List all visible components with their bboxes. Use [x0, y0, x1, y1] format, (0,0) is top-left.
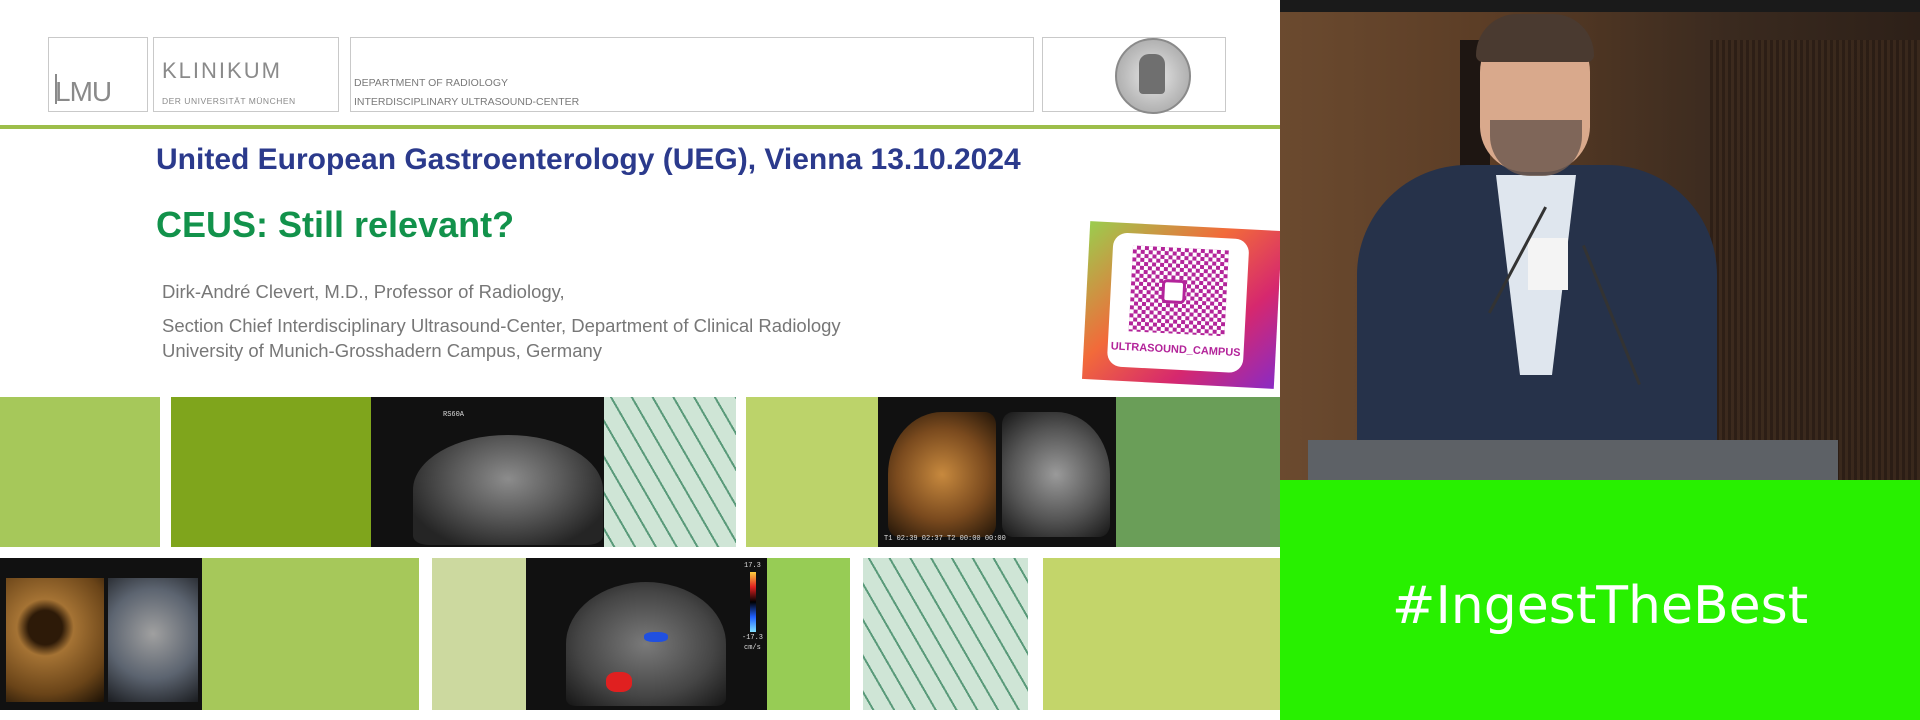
event-title: United European Gastroenterology (UEG), …: [156, 143, 1021, 176]
lmu-logo: LMU: [48, 37, 148, 112]
talk-title: CEUS: Still relevant?: [156, 204, 515, 245]
hashtag-banner: #IngestTheBest: [1280, 480, 1920, 720]
ceus-image-lesion: [0, 558, 202, 710]
doppler-image: 17.3 -17.3 cm/s: [526, 558, 767, 710]
speaker-badge: [1528, 238, 1568, 290]
lmu-logo-bar: [55, 74, 57, 104]
university-seal-box: [1042, 37, 1226, 114]
patterned-tile: [863, 558, 1028, 710]
lectern: [1308, 440, 1838, 480]
us-label: RS60A: [443, 411, 465, 419]
lmu-logo-text: LMU: [55, 76, 112, 107]
doppler-sector: [566, 582, 726, 706]
green-tile: [746, 397, 878, 547]
klinikum-subtitle: DER UNIVERSITÄT MÜNCHEN: [162, 96, 296, 106]
velocity-scale-top: 17.3: [744, 562, 761, 570]
author-line1: Dirk-André Clevert, M.D., Professor of R…: [162, 281, 565, 302]
top-edge: [1280, 0, 1920, 12]
green-tile: [171, 397, 371, 547]
ceus-image-dual: T1 02:39 02:37 T2 00:00 00:00: [878, 397, 1116, 547]
qr-card-inner: ULTRASOUND_CAMPUS: [1106, 232, 1250, 374]
header-divider: [0, 125, 1280, 129]
seal-figure: [1139, 54, 1165, 94]
velocity-scale-bottom: -17.3: [742, 634, 764, 642]
doppler-flow-red: [606, 672, 632, 692]
patterned-tile: [604, 397, 736, 547]
green-tile: [0, 397, 160, 547]
presentation-slide: LMU KLINIKUM DER UNIVERSITÄT MÜNCHEN DEP…: [0, 0, 1280, 720]
author-line3: University of Munich-Grosshadern Campus,…: [162, 340, 603, 361]
klinikum-title: KLINIKUM: [162, 58, 282, 83]
hashtag-text: #IngestTheBest: [1391, 576, 1809, 636]
university-seal-icon: [1115, 38, 1191, 114]
green-tile: [1043, 558, 1280, 710]
department-box: DEPARTMENT OF RADIOLOGY INTERDISCIPLINAR…: [350, 37, 1034, 112]
ceus-contrast-view: [888, 412, 996, 537]
doppler-flow-blue: [644, 632, 668, 642]
wall-texture: [1710, 40, 1920, 480]
ceus-bmode-view: [1002, 412, 1110, 537]
instagram-handle: ULTRASOUND_CAMPUS: [1110, 340, 1241, 360]
author-line2: Section Chief Interdisciplinary Ultrasou…: [162, 315, 841, 336]
department-line2: INTERDISCIPLINARY ULTRASOUND-CENTER: [354, 96, 580, 108]
velocity-scale-unit: cm/s: [744, 644, 761, 652]
ultrasound-image-liver: RS60A: [371, 397, 604, 547]
green-tile: [767, 558, 850, 710]
instagram-icon: [1161, 278, 1187, 305]
us-label: T1 02:39 02:37 T2 00:00 00:00: [884, 535, 1006, 543]
klinikum-logo: KLINIKUM DER UNIVERSITÄT MÜNCHEN: [153, 37, 339, 112]
green-tile: [432, 558, 526, 710]
velocity-scale-bar: [750, 572, 756, 632]
green-tile: [1116, 397, 1280, 547]
instagram-qr-card: ULTRASOUND_CAMPUS: [1081, 221, 1280, 389]
ceus-lesion-view: [6, 578, 104, 702]
bmode-lesion-view: [108, 578, 198, 702]
green-tile: [202, 558, 419, 710]
us-scan-sector: [413, 435, 603, 545]
speaker-hair: [1476, 14, 1594, 62]
department-line1: DEPARTMENT OF RADIOLOGY: [354, 77, 509, 89]
speaker-video: [1280, 0, 1920, 480]
